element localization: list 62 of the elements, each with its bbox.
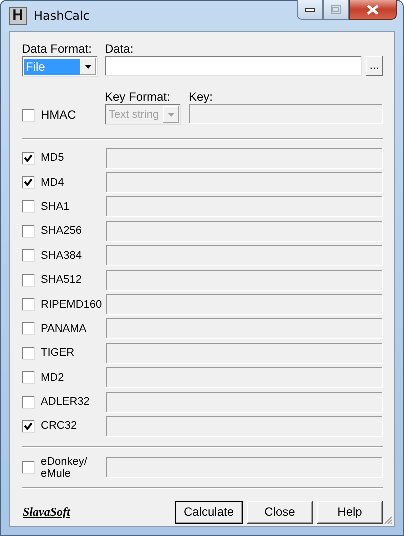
checkbox-label: eDonkey/ eMule [41,456,88,480]
result-field[interactable] [106,392,383,413]
checkbox[interactable] [22,249,35,262]
maximize-button[interactable] [323,0,349,20]
checkbox[interactable] [22,346,35,360]
result-field[interactable] [106,172,383,194]
minimize-button[interactable] [297,0,323,20]
checkbox-label: MD5 [41,152,66,164]
minimize-icon [305,8,315,12]
data-input-field[interactable] [105,56,362,76]
checkbox-label: SHA1 [41,200,71,213]
field-label: Key Format: [105,90,172,104]
result-field[interactable] [106,220,383,242]
resize-grip-icon [383,515,393,525]
result-field[interactable] [106,294,383,316]
checkbox-label: MD4 [41,176,66,189]
window-title: HashCalc [34,9,90,23]
checkbox[interactable] [22,108,35,122]
result-field[interactable] [106,196,383,218]
checkbox-label: ADLER32 [41,396,91,408]
checkbox-label: TIGER [41,347,76,360]
checkbox[interactable] [22,371,35,384]
logo: SlavaSoft [23,504,70,520]
field-label: Data Format: [22,42,94,56]
close-icon [367,4,379,14]
dialog-button[interactable]: Help [317,500,383,524]
result-field[interactable] [106,367,383,388]
checkbox-label: SHA256 [41,225,83,238]
checkbox[interactable] [22,274,35,287]
checkbox[interactable] [22,224,35,238]
checkbox-label: HMAC [41,108,76,122]
dialog-button[interactable]: Close [247,500,313,524]
result-field[interactable] [106,416,383,437]
field-label: Data: [105,42,135,56]
checkbox[interactable] [22,200,35,214]
dropdown-arrow-icon [84,64,92,68]
app-icon: H [9,7,27,25]
maximize-icon [331,5,341,14]
dialog-button[interactable]: Calculate [175,500,243,524]
field-label: Key: [189,90,214,104]
checkbox[interactable] [22,461,35,474]
result-field[interactable] [106,457,383,478]
checkbox-label: RIPEMD160 [41,298,104,311]
result-field[interactable] [106,148,383,169]
result-field[interactable] [106,245,383,266]
checkbox[interactable] [22,396,35,409]
checkbox[interactable] [22,176,35,190]
checkbox-label: MD2 [41,372,66,384]
checkbox[interactable] [22,420,35,433]
checkbox[interactable] [22,322,35,336]
checkbox-label: SHA384 [41,250,83,262]
checkbox-label: SHA512 [41,274,83,286]
result-field[interactable] [106,342,383,364]
result-field[interactable] [106,270,383,291]
checkbox-label: PANAMA [41,322,88,335]
result-field[interactable] [106,318,383,340]
browse-button[interactable]: ... [366,56,383,76]
checkbox[interactable] [22,152,35,165]
dropdown-arrow-icon [168,112,174,116]
checkbox[interactable] [22,298,35,312]
checkbox-label: CRC32 [41,420,78,432]
close-button[interactable] [349,0,397,20]
